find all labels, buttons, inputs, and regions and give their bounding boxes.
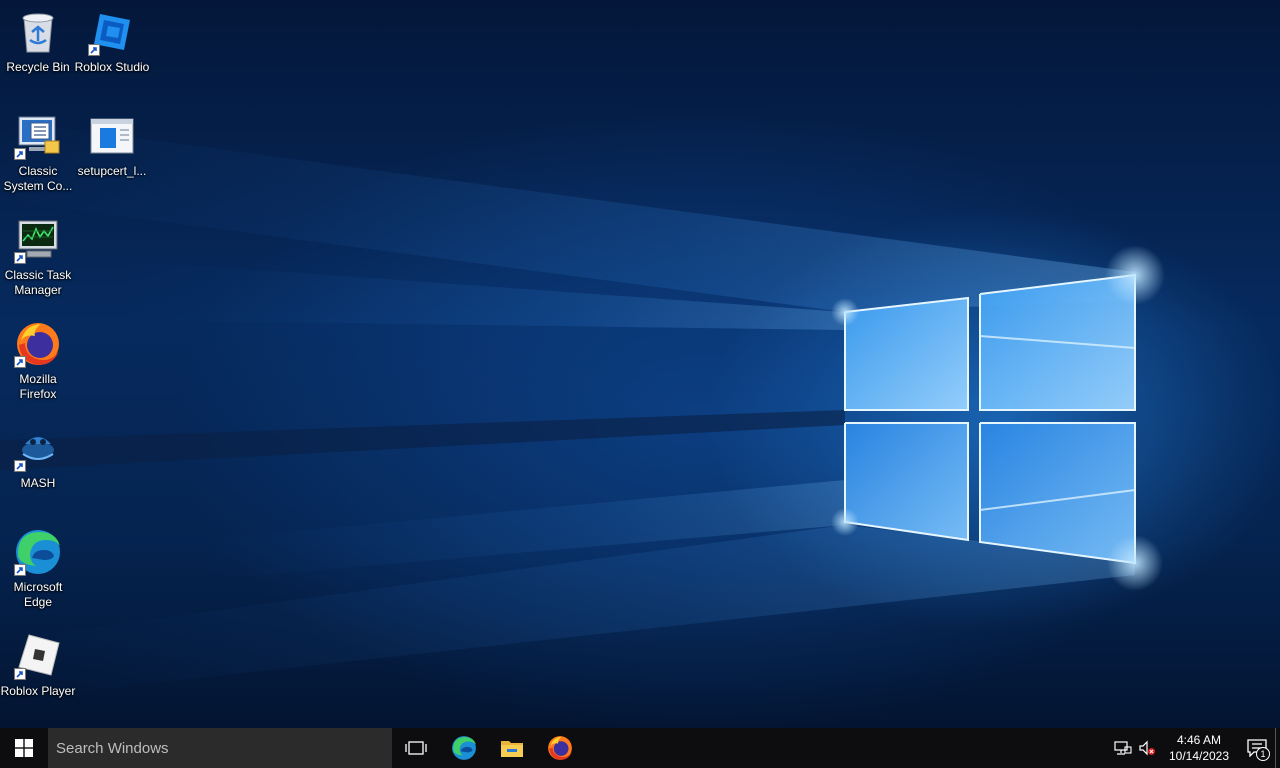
system-tray: 4:46 AM 10/14/2023 1: [1111, 728, 1280, 768]
clock-time: 4:46 AM: [1176, 733, 1222, 747]
desktop-icon-label: Classic Task Manager: [4, 268, 72, 297]
shortcut-arrow-icon: [14, 252, 26, 264]
task-view-button[interactable]: [392, 728, 440, 768]
network-icon: [1114, 741, 1132, 755]
shortcut-arrow-icon: [14, 564, 26, 576]
edge-icon: [452, 736, 476, 760]
roblox-player-icon: [14, 632, 62, 680]
setup-file-icon: [88, 112, 136, 160]
windows-logo-icon: [15, 739, 33, 757]
desktop-icon-mozilla-firefox[interactable]: Mozilla Firefox: [0, 320, 76, 402]
clock[interactable]: 4:46 AM 10/14/2023: [1163, 728, 1235, 768]
start-button[interactable]: [0, 728, 48, 768]
desktop-icon-label: setupcert_l...: [77, 164, 147, 178]
edge-icon: [14, 528, 62, 576]
roblox-studio-icon: [88, 8, 136, 56]
task-manager-icon: [14, 216, 62, 264]
folder-icon: [501, 741, 523, 757]
volume-muted-icon: [1139, 740, 1155, 756]
recycle-bin-icon: [14, 8, 62, 56]
desktop-icon-recycle-bin[interactable]: Recycle Bin: [0, 8, 76, 75]
firefox-icon: [14, 320, 62, 368]
taskbar: 4:46 AM 10/14/2023 1: [0, 728, 1280, 768]
desktop-icon-label: Mozilla Firefox: [19, 372, 57, 401]
action-center-button[interactable]: 1: [1239, 728, 1275, 768]
desktop-icon-roblox-player[interactable]: Roblox Player: [0, 632, 76, 699]
desktop-icon-label: Roblox Player: [0, 684, 76, 698]
desktop-icon-label: Recycle Bin: [6, 60, 70, 74]
network-button[interactable]: [1111, 728, 1135, 768]
desktop-icon-roblox-studio[interactable]: Roblox Studio: [74, 8, 150, 75]
shortcut-arrow-icon: [88, 44, 100, 56]
clock-date: 10/14/2023: [1168, 749, 1230, 763]
volume-button[interactable]: [1135, 728, 1159, 768]
show-desktop-button[interactable]: [1275, 728, 1280, 768]
desktop-icon-classic-system-config[interactable]: Classic System Co...: [0, 112, 76, 194]
shortcut-arrow-icon: [14, 148, 26, 160]
desktop-icon-label: Classic System Co...: [3, 164, 73, 193]
notification-badge: 1: [1256, 747, 1270, 761]
desktop-icon-microsoft-edge[interactable]: Microsoft Edge: [0, 528, 76, 610]
shortcut-arrow-icon: [14, 460, 26, 472]
taskbar-search-box[interactable]: [48, 728, 392, 768]
desktop-icon-setupcert[interactable]: setupcert_l...: [74, 112, 150, 179]
desktop-icon-mash[interactable]: MASH: [0, 424, 76, 491]
taskbar-file-explorer-button[interactable]: [488, 728, 536, 768]
desktop-icon-classic-task-manager[interactable]: Classic Task Manager: [0, 216, 76, 298]
desktop-icon-label: Roblox Studio: [74, 60, 150, 74]
firefox-icon: [548, 736, 572, 760]
shortcut-arrow-icon: [14, 356, 26, 368]
search-input[interactable]: [56, 739, 376, 757]
taskbar-edge-button[interactable]: [440, 728, 488, 768]
desktop-icon-label: Microsoft Edge: [13, 580, 63, 609]
system-config-icon: [14, 112, 62, 160]
taskbar-firefox-button[interactable]: [536, 728, 584, 768]
task-view-icon: [405, 741, 427, 755]
desktop-wallpaper: [0, 0, 1280, 728]
mash-icon: [14, 424, 62, 472]
shortcut-arrow-icon: [14, 668, 26, 680]
desktop-icon-label: MASH: [20, 476, 56, 490]
